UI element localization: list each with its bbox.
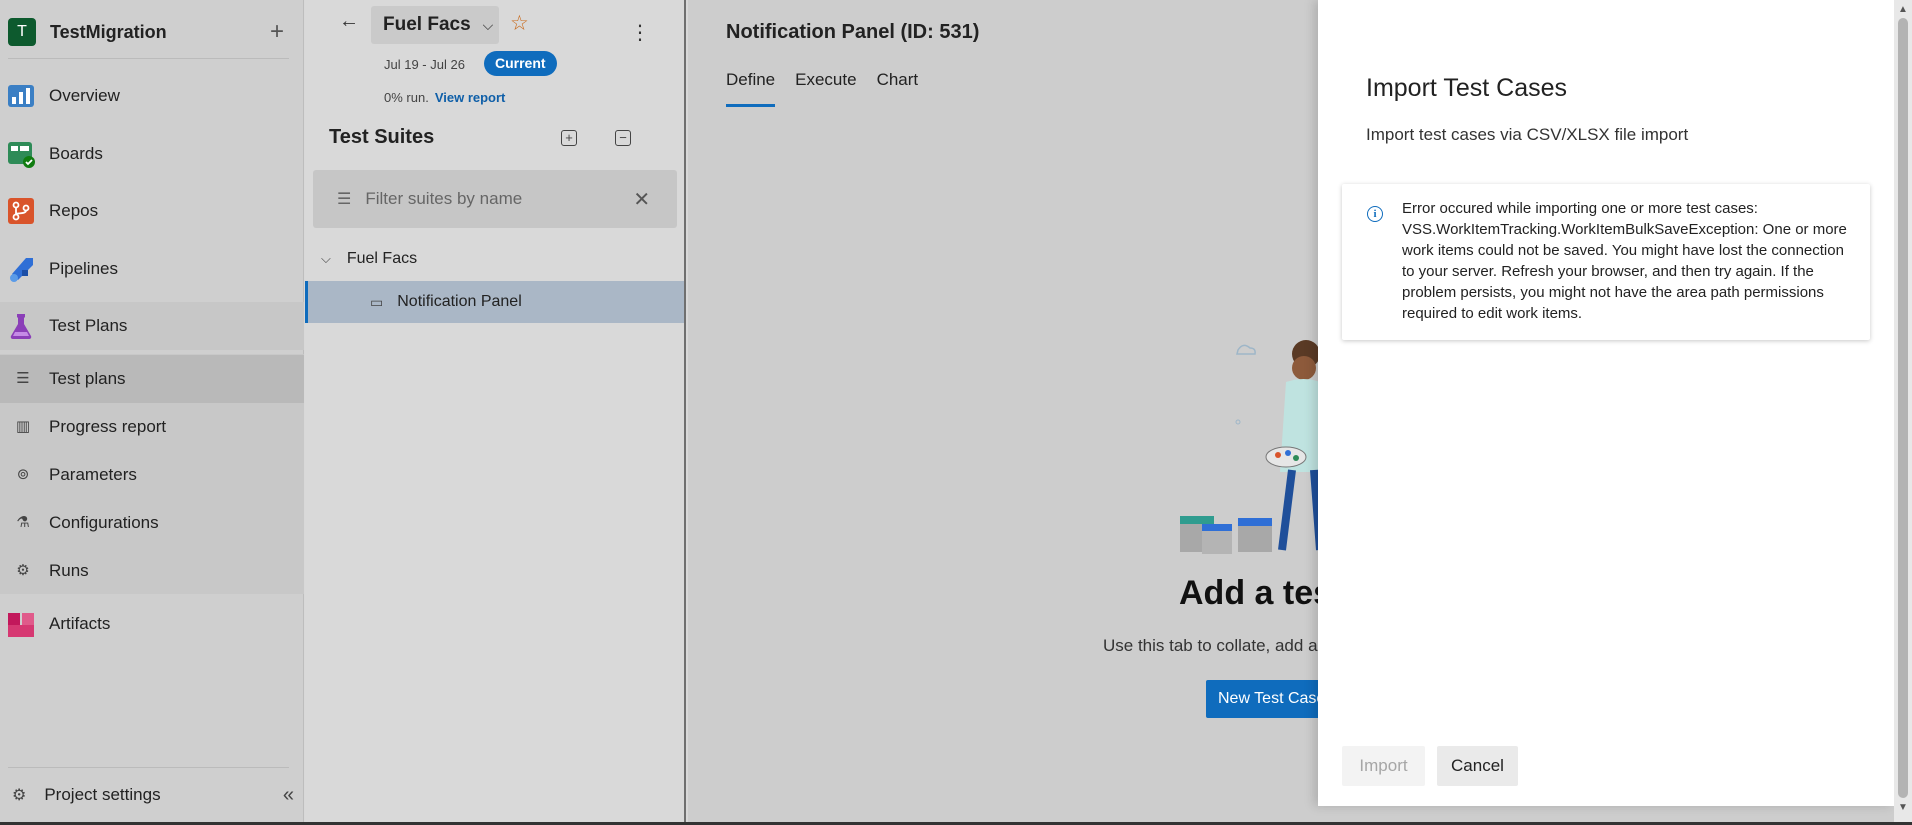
test-plans-icon [10, 314, 32, 340]
filter-suites-input[interactable] [363, 188, 628, 210]
nav-item-label: Overview [49, 86, 120, 105]
tab-bar: Define Execute Chart [726, 70, 938, 107]
configurations-icon: ⚗ [16, 514, 30, 531]
sub-item-label: Parameters [49, 465, 137, 484]
parameters-icon: ⊚ [16, 466, 30, 483]
scrollbar-thumb[interactable] [1898, 18, 1908, 798]
nav-item-label: Test Plans [49, 316, 128, 335]
project-avatar[interactable]: T [8, 18, 36, 46]
nav-item-label: Pipelines [49, 259, 118, 278]
nav-item-label: Artifacts [49, 614, 111, 633]
sub-item-parameters[interactable]: ⊚ Parameters [0, 451, 304, 499]
test-plan-icon: ☰ [16, 370, 30, 387]
artifacts-icon [8, 613, 34, 637]
view-report-link[interactable]: View report [435, 90, 506, 105]
run-percentage: 0% run. [384, 90, 429, 105]
boards-icon [8, 142, 35, 168]
project-name[interactable]: TestMigration [50, 22, 262, 43]
import-button[interactable]: Import [1342, 746, 1425, 786]
test-suites-pane: ← Fuel Facs ⌵ ☆ ⋮ Jul 19 - Jul 26 Curren… [305, 0, 686, 825]
collapse-all-icon[interactable]: − [615, 130, 631, 146]
test-suites-title: Test Suites [329, 126, 435, 148]
sub-item-test-plans[interactable]: ☰ Test plans [0, 355, 304, 403]
project-settings-label: Project settings [44, 785, 161, 804]
plan-name: Fuel Facs [383, 14, 471, 35]
suite-item-label: Notification Panel [397, 293, 522, 310]
tab-chart[interactable]: Chart [877, 70, 919, 107]
divider [8, 58, 289, 59]
repos-icon [8, 198, 34, 224]
clear-filter-icon[interactable]: ✕ [633, 187, 650, 212]
left-navigation: T TestMigration + Overview Boards Repos [0, 0, 304, 825]
scrollbar[interactable]: ▲ ▼ [1894, 0, 1912, 825]
scroll-up-icon[interactable]: ▲ [1898, 4, 1908, 15]
report-icon: ▥ [15, 418, 31, 435]
add-icon[interactable]: + [262, 18, 292, 46]
nav-item-repos[interactable]: Repos [0, 187, 304, 235]
folder-icon: ▭ [370, 293, 384, 310]
error-message-card: i Error occured while importing one or m… [1342, 184, 1870, 340]
import-test-cases-dialog: Import Test Cases Import test cases via … [1318, 0, 1894, 806]
empty-state-description: Use this tab to collate, add ar [1103, 636, 1324, 655]
plan-selector[interactable]: Fuel Facs ⌵ [371, 6, 499, 44]
chevron-down-icon: ⌵ [482, 16, 494, 33]
project-settings-button[interactable]: ⚙ Project settings « [12, 780, 294, 810]
back-arrow-icon[interactable]: ← [339, 10, 359, 33]
sub-item-runs[interactable]: ⚙ Runs [0, 547, 304, 595]
error-message-text: Error occured while importing one or mor… [1402, 200, 1847, 322]
sub-item-configurations[interactable]: ⚗ Configurations [0, 499, 304, 547]
gear-icon: ⚙ [12, 787, 27, 804]
sub-item-label: Progress report [49, 417, 167, 436]
nav-item-artifacts[interactable]: Artifacts [0, 600, 304, 648]
status-badge: Current [484, 51, 557, 76]
cancel-button[interactable]: Cancel [1437, 746, 1518, 786]
nav-item-overview[interactable]: Overview [0, 72, 304, 120]
nav-item-pipelines[interactable]: Pipelines [0, 245, 304, 293]
suite-tree-root[interactable]: ⌵ Fuel Facs [321, 250, 417, 268]
favorite-star-icon[interactable]: ☆ [510, 11, 529, 36]
collapse-nav-icon[interactable]: « [283, 784, 294, 807]
tab-define[interactable]: Define [726, 70, 776, 107]
pipelines-icon [10, 258, 33, 282]
nav-item-test-plans[interactable]: Test Plans [0, 302, 304, 350]
sub-item-progress-report[interactable]: ▥ Progress report [0, 403, 304, 451]
dialog-subtitle: Import test cases via CSV/XLSX file impo… [1366, 125, 1689, 144]
sub-item-label: Runs [49, 561, 89, 580]
more-options-icon[interactable]: ⋮ [630, 20, 650, 45]
divider [8, 767, 289, 768]
info-icon: i [1367, 206, 1383, 222]
dialog-title: Import Test Cases [1366, 74, 1568, 102]
nav-item-label: Repos [49, 201, 99, 220]
suite-root-label: Fuel Facs [346, 250, 418, 267]
project-header: T TestMigration + [8, 17, 292, 47]
filter-icon: ☰ [337, 191, 352, 208]
scroll-down-icon[interactable]: ▼ [1898, 802, 1908, 813]
sub-item-label: Configurations [49, 513, 159, 532]
nav-item-label: Boards [49, 144, 103, 163]
chevron-down-icon[interactable]: ⌵ [321, 251, 331, 267]
page-title: Notification Panel (ID: 531) [726, 21, 980, 43]
run-summary: 0% run. View report [384, 90, 505, 105]
tab-execute[interactable]: Execute [795, 70, 856, 107]
overview-icon [8, 85, 34, 107]
sub-item-label: Test plans [49, 369, 126, 388]
plan-dates: Jul 19 - Jul 26 [384, 57, 465, 72]
filter-suites-box: ☰ ✕ [313, 170, 677, 228]
runs-icon: ⚙ [16, 562, 30, 579]
expand-all-icon[interactable]: + [561, 130, 577, 146]
suite-tree-item[interactable]: ▭ Notification Panel [305, 281, 684, 323]
nav-item-boards[interactable]: Boards [0, 130, 304, 178]
